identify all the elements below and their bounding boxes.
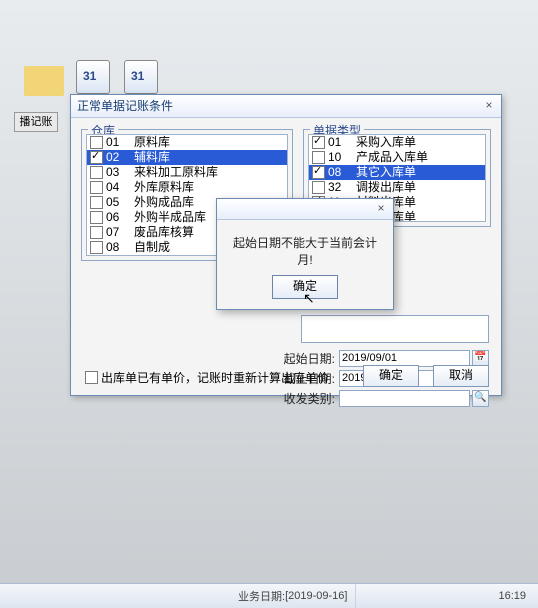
calendar-picker-icon[interactable]: 📅 <box>472 350 489 367</box>
alert-dialog: × 起始日期不能大于当前会计月! 确定 <box>216 198 394 310</box>
checkbox-icon[interactable] <box>90 136 103 149</box>
cancel-button[interactable]: 取消 <box>433 365 489 387</box>
item-code: 08 <box>106 240 134 255</box>
item-name: 辅料库 <box>134 150 170 165</box>
lookup-icon[interactable]: 🔍 <box>472 390 489 407</box>
titlebar: 正常单据记账条件 × <box>71 95 501 118</box>
checkbox-icon[interactable] <box>312 166 325 179</box>
list-item[interactable]: 01采购入库单 <box>309 135 485 150</box>
item-name: 自制成 <box>134 240 170 255</box>
item-code: 01 <box>106 135 134 150</box>
alert-titlebar: × <box>217 199 393 220</box>
button-bar: 确定 取消 <box>363 365 489 387</box>
alert-ok-button[interactable]: 确定 <box>272 275 338 299</box>
item-name: 废品库核算 <box>134 225 194 240</box>
item-name: 外购成品库 <box>134 195 194 210</box>
item-name: 产成品入库单 <box>356 150 428 165</box>
item-name: 外购半成品库 <box>134 210 206 225</box>
item-code: 02 <box>106 150 134 165</box>
category-label: 收发类别: <box>279 390 339 407</box>
item-name: 调拨出库单 <box>356 180 416 195</box>
desktop: 播记账 正常单据记账条件 × 仓库 01原料库02辅料库03来料加工原料库04外… <box>0 0 538 608</box>
checkbox-icon[interactable] <box>312 151 325 164</box>
list-item[interactable]: 01原料库 <box>87 135 287 150</box>
close-icon[interactable]: × <box>373 201 389 215</box>
list-item[interactable]: 03来料加工原料库 <box>87 165 287 180</box>
business-date: 业务日期: [2019-09-16] <box>230 584 356 608</box>
list-item[interactable]: 04外库原料库 <box>87 180 287 195</box>
list-item[interactable]: 10产成品入库单 <box>309 150 485 165</box>
item-code: 09 <box>106 255 134 256</box>
checkbox-icon[interactable] <box>312 136 325 149</box>
item-name: 采购入库单 <box>356 135 416 150</box>
filter-box <box>301 315 489 343</box>
clock: 16:19 <box>486 590 538 602</box>
list-item[interactable]: 32调拨出库单 <box>309 180 485 195</box>
business-date-label: 业务日期: <box>238 588 285 604</box>
item-code: 08 <box>328 165 356 180</box>
business-date-value: [2019-09-16] <box>285 590 347 602</box>
close-icon[interactable]: × <box>481 98 497 112</box>
item-code: 07 <box>106 225 134 240</box>
item-code: 01 <box>328 135 356 150</box>
recalc-price-option[interactable]: 出库单已有单价，记账时重新计算出库单价 <box>85 369 329 386</box>
taskbar: 业务日期: [2019-09-16] 16:19 <box>0 583 538 608</box>
checkbox-icon[interactable] <box>90 211 103 224</box>
item-name: 来料加工原料库 <box>134 165 218 180</box>
list-item[interactable]: 02辅料库 <box>87 150 287 165</box>
checkbox-icon[interactable] <box>312 181 325 194</box>
checkbox-icon[interactable] <box>90 226 103 239</box>
category-input[interactable] <box>339 390 470 407</box>
item-name: 其它入库单 <box>356 165 416 180</box>
checkbox-icon[interactable] <box>85 371 98 384</box>
item-code: 04 <box>106 180 134 195</box>
item-code: 10 <box>328 150 356 165</box>
item-code: 32 <box>328 180 356 195</box>
checkbox-icon[interactable] <box>90 166 103 179</box>
window-title: 正常单据记账条件 <box>77 99 173 113</box>
start-date-label: 起始日期: <box>279 350 339 367</box>
side-label[interactable]: 播记账 <box>14 112 58 132</box>
checkbox-icon[interactable] <box>90 151 103 164</box>
alert-message: 起始日期不能大于当前会计月! <box>217 220 393 282</box>
ok-button[interactable]: 确定 <box>363 365 419 387</box>
item-name: 来料加 <box>134 255 170 256</box>
recalc-price-label: 出库单已有单价，记账时重新计算出库单价 <box>101 369 329 386</box>
item-code: 03 <box>106 165 134 180</box>
list-item[interactable]: 08其它入库单 <box>309 165 485 180</box>
item-name: 原料库 <box>134 135 170 150</box>
checkbox-icon[interactable] <box>90 181 103 194</box>
item-code: 05 <box>106 195 134 210</box>
checkbox-icon[interactable] <box>90 196 103 209</box>
item-code: 06 <box>106 210 134 225</box>
item-name: 外库原料库 <box>134 180 194 195</box>
folder-icon[interactable] <box>24 66 64 96</box>
start-date-input[interactable]: 2019/09/01 <box>339 350 470 367</box>
checkbox-icon[interactable] <box>90 241 103 254</box>
